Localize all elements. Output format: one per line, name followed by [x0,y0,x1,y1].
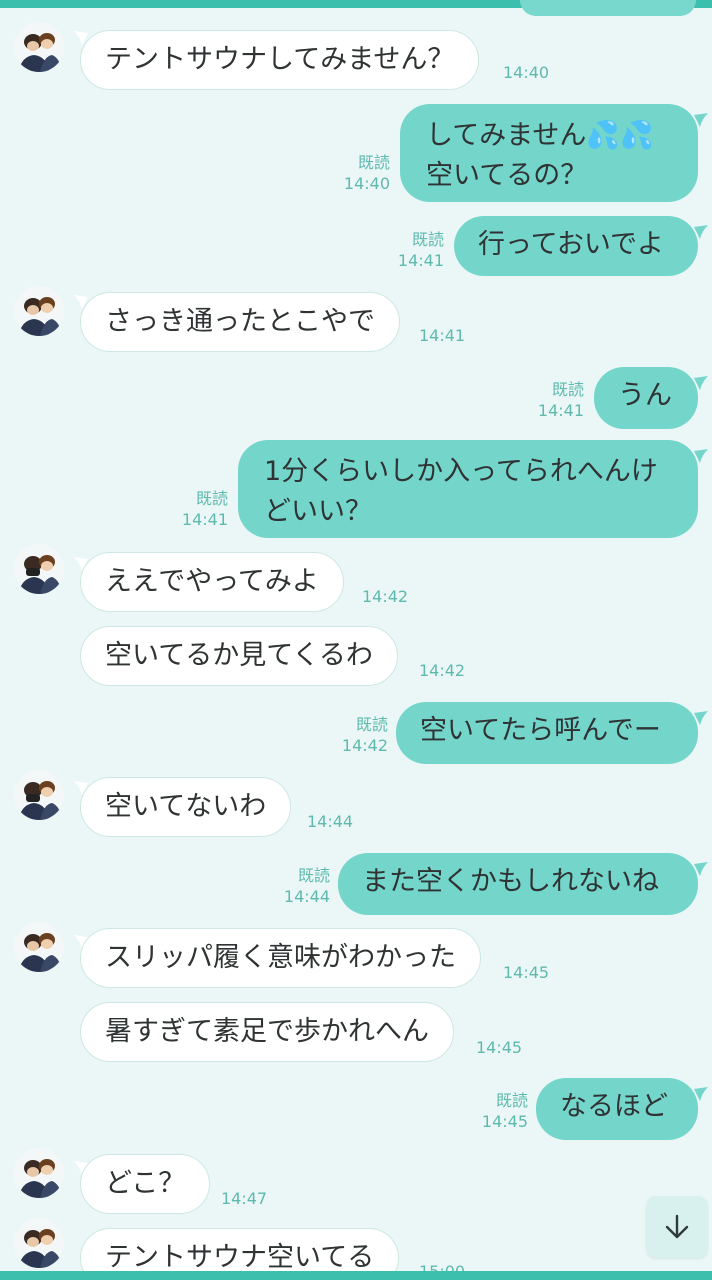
contact-avatar-icon [14,1148,64,1198]
contact-avatar-icon [14,22,64,72]
bubble-tail [694,861,710,876]
read-receipt: 既読 [355,715,388,734]
message-text: 行っておいでよ [478,229,665,260]
message-meta: 既読 14:41 [182,488,228,530]
read-receipt: 既読 [195,489,228,508]
message-bubble[interactable]: 空いてるか見てくるわ [80,626,398,686]
bubble-tail [694,224,710,239]
message-bubble[interactable]: テントサウナしてみません？ [80,30,480,90]
message-time: 14:44 [307,812,354,831]
message-text: うん [618,380,672,411]
message-bubble[interactable]: ええでやってみよ [80,552,344,612]
bubble-tail [694,710,710,725]
message-text: さっき通ったとこやで [105,306,375,337]
message-meta: 既読 14:41 [538,379,584,421]
message-text: 空いてるか見てくるわ [105,640,373,671]
message-time: 14:41 [419,326,466,345]
message-text: テントサウナしてみません？ [105,44,455,75]
message-bubble[interactable]: 空いてないわ [80,777,292,837]
bubble-tail [694,1086,710,1101]
message-time: 14:41 [397,251,444,270]
message-time: 14:44 [283,887,330,906]
message-text: 空いてないわ [105,791,267,822]
contact-avatar-icon [14,1218,64,1268]
bubble-tail [694,112,710,127]
message-text: どこ？ [105,1168,186,1199]
contact-avatar-icon [14,544,64,594]
message-text: スリッパ履く意味がわかった [105,942,456,973]
bubble-tail [694,375,710,390]
previous-bubble-edge [520,0,696,16]
avatar[interactable] [14,286,64,336]
message-text: また空くかもしれないね [362,866,659,897]
scroll-to-bottom-button[interactable] [646,1196,708,1258]
message-text: なるほど [560,1091,668,1122]
avatar[interactable] [14,770,64,820]
message-meta: 既読 14:45 [482,1090,528,1132]
message-bubble[interactable]: うん [594,367,698,429]
message-bubble[interactable]: また空くかもしれないね [338,853,698,915]
message-time: 14:42 [362,587,409,606]
message-time: 14:45 [481,1112,528,1131]
message-text: 暑すぎて素足で歩かれへん [105,1016,429,1047]
message-bubble[interactable]: してみません💦💦 空いてるの？ [400,104,698,202]
message-time: 14:47 [221,1189,268,1208]
message-text: してみません💦💦 空いてるの？ [426,120,654,191]
avatar[interactable] [14,1218,64,1268]
contact-avatar-icon [14,286,64,336]
message-time: 14:45 [476,1038,523,1057]
message-meta: 既読 14:44 [284,865,330,907]
read-receipt: 既読 [411,230,444,249]
avatar[interactable] [14,544,64,594]
message-text: ええでやってみよ [105,566,319,597]
message-text: テントサウナ空いてる [105,1242,375,1273]
contact-avatar-icon [14,922,64,972]
read-receipt: 既読 [551,380,584,399]
avatar[interactable] [14,1148,64,1198]
message-time: 14:45 [503,963,550,982]
message-meta: 既読 14:42 [342,714,388,756]
message-time: 14:41 [181,510,228,529]
message-bubble[interactable]: 暑すぎて素足で歩かれへん [80,1002,454,1062]
message-time: 14:40 [343,174,390,193]
message-time: 14:41 [537,401,584,420]
message-bubble[interactable]: 行っておいでよ [454,216,698,276]
message-time: 14:42 [419,661,466,680]
message-bubble[interactable]: さっき通ったとこやで [80,292,400,352]
read-receipt: 既読 [297,866,330,885]
message-bubble[interactable]: 空いてたら呼んでー [396,702,698,764]
message-meta: 既読 14:41 [398,229,444,271]
message-time: 14:40 [503,63,550,82]
message-bubble[interactable]: 1分くらいしか入ってられへんけどいい？ [238,440,698,538]
message-text: 空いてたら呼んでー [420,715,661,746]
avatar[interactable] [14,922,64,972]
message-text: 1分くらいしか入ってられへんけどいい？ [264,456,658,527]
arrow-down-icon [665,1214,689,1239]
message-bubble[interactable]: スリッパ履く意味がわかった [80,928,481,988]
message-meta: 既読 14:40 [344,152,390,194]
bubble-tail [694,448,710,463]
message-bubble[interactable]: どこ？ [80,1154,211,1214]
read-receipt: 既読 [495,1091,528,1110]
message-time: 14:42 [341,736,388,755]
avatar[interactable] [14,22,64,72]
contact-avatar-icon [14,770,64,820]
message-bubble[interactable]: なるほど [536,1078,698,1140]
bottom-accent-bar [0,1271,712,1280]
read-receipt: 既読 [357,153,390,172]
